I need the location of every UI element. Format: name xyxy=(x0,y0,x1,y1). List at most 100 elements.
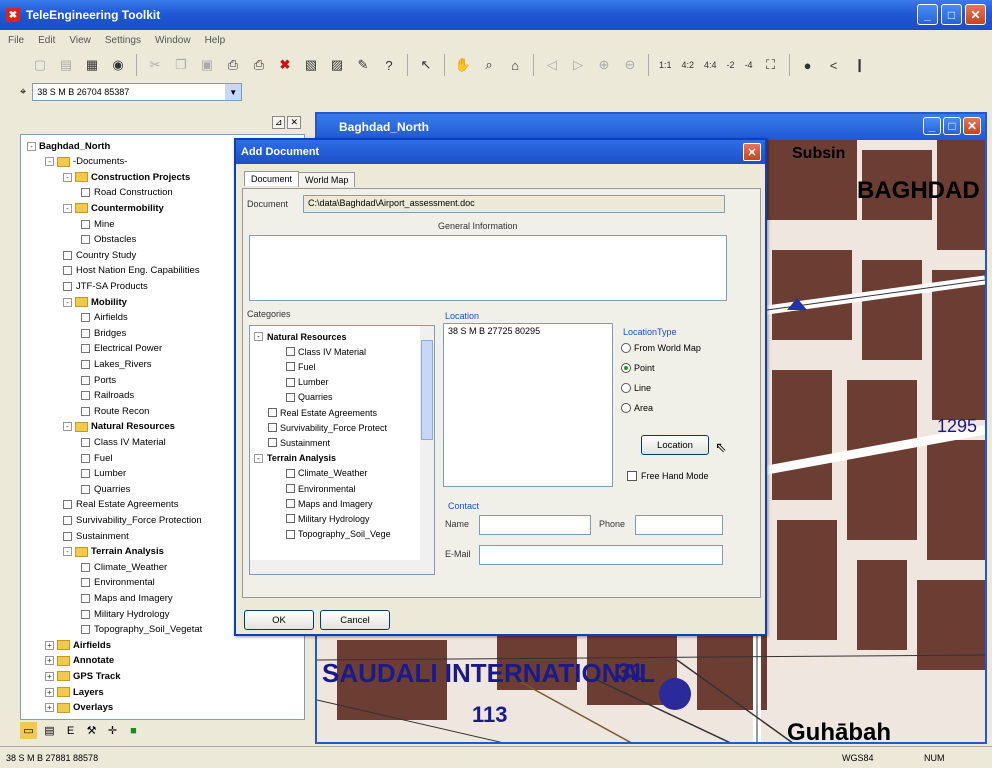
checkbox[interactable] xyxy=(286,468,295,478)
tree-item[interactable]: Class IV Material xyxy=(81,435,166,449)
tree-item[interactable]: + Annotate xyxy=(45,654,114,668)
location-list[interactable]: 38 S M B 27725 80295 xyxy=(443,323,613,487)
checkbox[interactable] xyxy=(81,562,90,572)
map-minimize-button[interactable]: _ xyxy=(923,117,941,135)
checkbox[interactable] xyxy=(81,359,90,369)
print-icon[interactable]: ⎙ xyxy=(223,55,243,75)
minimize-button[interactable]: _ xyxy=(917,4,938,25)
delete-icon[interactable]: ✖ xyxy=(275,55,295,75)
checkbox[interactable] xyxy=(81,344,90,354)
tree-item[interactable]: Sustainment xyxy=(63,529,129,543)
category-item[interactable]: Environmental xyxy=(286,482,356,495)
angle-icon[interactable]: < xyxy=(824,55,844,75)
tree-item[interactable]: Maps and Imagery xyxy=(81,591,173,605)
line-icon[interactable]: ❙ xyxy=(850,55,870,75)
checkbox[interactable] xyxy=(81,328,90,338)
print-preview-icon[interactable]: ⎙ xyxy=(249,55,269,75)
checkbox[interactable] xyxy=(81,188,90,198)
tree-item[interactable]: Ports xyxy=(81,373,116,387)
collapse-icon[interactable]: - xyxy=(63,547,72,557)
zoom-4-4-button[interactable]: 4:4 xyxy=(702,55,719,75)
tree-item[interactable]: Quarries xyxy=(81,482,130,496)
tree-item[interactable]: - Construction Projects xyxy=(63,170,190,184)
checkbox[interactable] xyxy=(81,609,90,619)
maximize-button[interactable]: □ xyxy=(941,4,962,25)
category-item[interactable]: Military Hydrology xyxy=(286,512,370,525)
categories-scrollbar[interactable] xyxy=(420,326,434,574)
tree-item[interactable]: Obstacles xyxy=(81,233,136,247)
cancel-button[interactable]: Cancel xyxy=(320,610,390,630)
category-item[interactable]: Real Estate Agreements xyxy=(268,406,377,419)
collapse-icon[interactable]: - xyxy=(63,297,72,307)
expand-icon[interactable]: + xyxy=(45,640,54,650)
checkbox[interactable] xyxy=(81,375,90,385)
tree-item[interactable]: + GPS Track xyxy=(45,669,121,683)
zoom-minus2-button[interactable]: -2 xyxy=(725,55,737,75)
menu-edit[interactable]: Edit xyxy=(38,35,55,46)
zoom-4-2-button[interactable]: 4:2 xyxy=(680,55,697,75)
tab-world-map[interactable]: World Map xyxy=(298,172,356,187)
category-item[interactable]: Survivability_Force Protect xyxy=(268,421,387,434)
tree-item[interactable]: + Airfields xyxy=(45,638,111,652)
category-item[interactable]: Sustainment xyxy=(268,436,330,449)
menu-file[interactable]: File xyxy=(8,35,24,46)
menu-settings[interactable]: Settings xyxy=(105,35,141,46)
tree-item[interactable]: - Baghdad_North xyxy=(27,139,110,153)
tree-item[interactable]: - Mobility xyxy=(63,295,127,309)
zoom-icon[interactable]: ⌕ xyxy=(479,55,499,75)
tree-item[interactable]: - Countermobility xyxy=(63,201,164,215)
checkbox[interactable] xyxy=(268,423,277,433)
expand-icon[interactable]: + xyxy=(45,656,54,666)
tree-item[interactable]: Road Construction xyxy=(81,186,173,200)
close-button[interactable]: ✕ xyxy=(965,4,986,25)
zoom-in-icon[interactable]: ⊕ xyxy=(594,55,614,75)
checkbox[interactable] xyxy=(63,281,72,291)
radio-from-world-map[interactable]: From World Map xyxy=(621,343,701,353)
radio-line[interactable]: Line xyxy=(621,383,651,393)
radio-point[interactable]: Point xyxy=(621,363,655,373)
cut-icon[interactable]: ✂ xyxy=(145,55,165,75)
globe-icon[interactable]: ◉ xyxy=(108,55,128,75)
forward-icon[interactable]: ▷ xyxy=(568,55,588,75)
new-icon[interactable]: ▢ xyxy=(30,55,50,75)
checkbox[interactable] xyxy=(268,408,277,417)
folder-tab-icon[interactable]: ▭ xyxy=(20,722,37,739)
coordinate-select[interactable]: 38 S M B 26704 85387 ▼ xyxy=(32,83,243,101)
checkbox[interactable] xyxy=(81,313,90,323)
collapse-icon[interactable]: - xyxy=(63,203,72,213)
checkbox[interactable] xyxy=(81,406,90,416)
categories-tree[interactable]: - Natural Resources Class IV Material Fuel L… xyxy=(249,325,435,575)
document-tab-icon[interactable]: ▤ xyxy=(41,722,58,739)
tree-item[interactable]: Electrical Power xyxy=(81,342,162,356)
location-item[interactable]: 38 S M B 27725 80295 xyxy=(448,326,540,336)
tools-tab-icon[interactable]: ⚒ xyxy=(83,722,100,739)
collapse-icon[interactable]: - xyxy=(27,141,36,151)
checkbox[interactable] xyxy=(81,453,90,463)
tree-item[interactable]: Mine xyxy=(81,217,115,231)
checkbox[interactable] xyxy=(63,266,72,276)
checkbox[interactable] xyxy=(286,392,295,402)
category-item[interactable]: - Natural Resources xyxy=(254,330,347,343)
save-icon[interactable]: ▦ xyxy=(82,55,102,75)
category-item[interactable]: Climate_Weather xyxy=(286,467,367,480)
map-maximize-button[interactable]: □ xyxy=(943,117,961,135)
tree-item[interactable]: Host Nation Eng. Capabilities xyxy=(63,264,200,278)
panel-close-button[interactable]: ✕ xyxy=(287,115,301,129)
checkbox[interactable] xyxy=(81,391,90,401)
checkbox[interactable] xyxy=(286,514,295,524)
tree-item[interactable]: Airfields xyxy=(81,311,128,325)
email-input[interactable] xyxy=(479,545,723,565)
categories-hscrollbar[interactable] xyxy=(250,560,422,574)
location-button[interactable]: Location xyxy=(641,435,709,455)
menu-view[interactable]: View xyxy=(69,35,91,46)
tree-item[interactable]: JTF-SA Products xyxy=(63,279,148,293)
back-icon[interactable]: ◁ xyxy=(542,55,562,75)
pin-button[interactable]: ⊿ xyxy=(271,115,286,129)
collapse-icon[interactable]: - xyxy=(254,453,263,463)
name-input[interactable] xyxy=(479,515,591,535)
tab-document[interactable]: Document xyxy=(244,171,300,186)
fit-icon[interactable]: ⛶ xyxy=(761,55,781,75)
category-item[interactable]: - Terrain Analysis xyxy=(254,452,336,465)
open-icon[interactable]: ▤ xyxy=(56,55,76,75)
checkbox[interactable] xyxy=(286,362,295,372)
